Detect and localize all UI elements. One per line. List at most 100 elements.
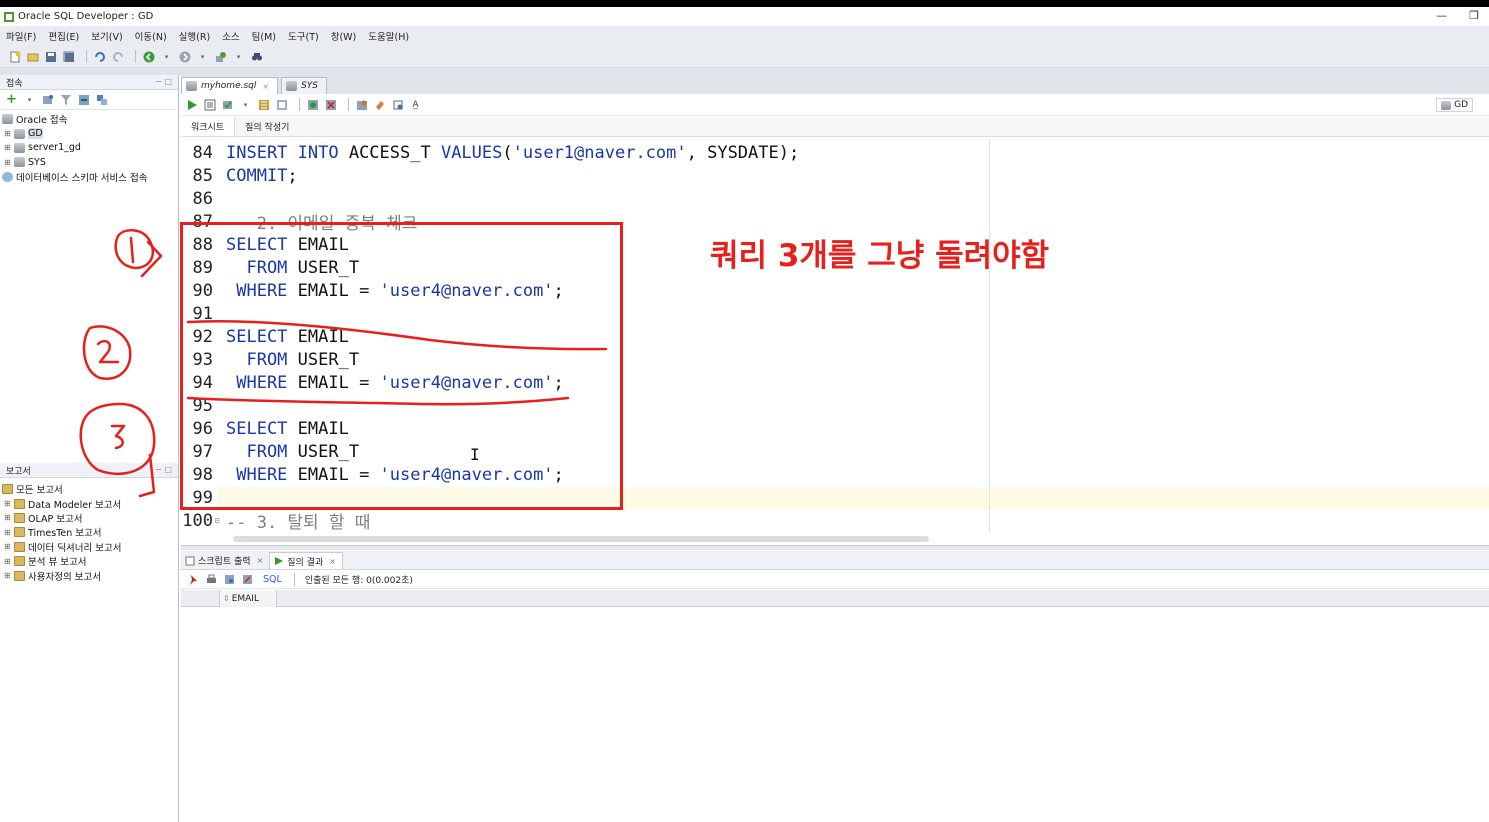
code-line[interactable]: 89 FROM USER_T [181,256,360,279]
save-all-icon[interactable] [62,50,75,63]
rollback-icon[interactable] [324,98,337,111]
commit-dropdown-icon[interactable]: ▾ [239,98,252,111]
filter-icon[interactable] [59,93,72,106]
menu-view[interactable]: 보기(V) [91,29,122,43]
code-line[interactable]: 95 [181,394,226,417]
forward-dropdown-icon[interactable]: ▾ [196,50,209,63]
commit-icon[interactable] [221,98,234,111]
code-line[interactable]: 91 [181,302,226,325]
tree-node-gd[interactable]: ⊞ GD [0,126,178,140]
tree-node-olap-reports[interactable]: ⊞ OLAP 보고서 [0,511,178,525]
expand-icon[interactable]: ⊞ [4,129,12,138]
code-line[interactable]: 97 FROM USER_T [181,440,360,463]
menu-help[interactable]: 도움말(H) [368,29,409,43]
tree-node-server1-gd[interactable]: ⊞ server1_gd [0,141,178,155]
sql-history-icon[interactable] [355,98,368,111]
code-line[interactable]: 93 FROM USER_T [181,348,360,371]
expand-icon[interactable]: ⊞ [4,571,12,580]
code-line[interactable]: 100 ⊟ -- 3. 탈퇴 할 때 [181,509,370,534]
panel-controls-icon[interactable]: − □ [155,77,172,86]
tab-query-result[interactable]: 질의 결과 × [269,552,343,569]
unshared-worksheet-icon[interactable] [391,98,404,111]
connection-selector[interactable]: GD [1436,98,1473,112]
tab-script-output[interactable]: 스크립트 출력 × [181,552,269,569]
horizontal-scrollbar[interactable] [181,533,1489,545]
expand-icon[interactable]: ⊞ [4,158,12,167]
code-line[interactable]: 90 WHERE EMAIL = 'user4@naver.com'; [181,279,564,302]
menu-file[interactable]: 파일(F) [6,29,36,43]
code-line[interactable]: 86 [181,187,226,210]
expand-icon[interactable]: ⊞ [4,557,12,566]
binoculars-icon[interactable] [250,50,263,63]
run-sql-icon[interactable] [214,50,227,63]
run-script-icon[interactable] [203,98,216,111]
save-icon[interactable] [44,50,57,63]
tree-node-timesten-reports[interactable]: ⊞ TimesTen 보고서 [0,525,178,539]
schema-browser-icon[interactable] [77,93,90,106]
result-grid[interactable]: ⇕ EMAIL [181,590,1489,822]
format-icon[interactable]: A̲ [409,98,422,111]
autotrace-icon[interactable] [275,98,288,111]
redo-icon[interactable] [111,50,124,63]
tree-node-all-reports[interactable]: 모든 보고서 [0,482,178,496]
eraser-icon[interactable] [373,98,386,111]
tab-myhome-sql[interactable]: myhome.sql × [181,77,279,94]
explain-plan-icon[interactable] [257,98,270,111]
expand-icon[interactable]: ⊞ [4,528,12,537]
fold-marker-icon[interactable]: ⊟ [213,516,221,525]
export-icon[interactable] [241,573,254,586]
sort-icon[interactable]: ⇕ [223,594,230,603]
add-dropdown-icon[interactable]: ▾ [23,93,36,106]
run-dropdown-icon[interactable]: ▾ [232,50,245,63]
expand-icon[interactable]: ⊞ [4,513,12,522]
add-connection-icon[interactable]: + [5,92,18,107]
expand-icon[interactable]: ⊞ [4,143,12,152]
refresh-icon[interactable] [223,573,236,586]
tree-node-oracle-connections[interactable]: Oracle 접속 [0,112,178,126]
sql-link[interactable]: SQL [263,574,282,585]
tree-node-analytic-view-reports[interactable]: ⊞ 분석 뷰 보고서 [0,554,178,568]
run-statement-icon[interactable] [185,98,198,111]
menu-tools[interactable]: 도구(T) [288,29,319,43]
close-tab-icon[interactable]: × [257,556,264,565]
sql-editor[interactable]: 84 INSERT INTO ACCESS_T VALUES('user1@nav… [181,138,1489,533]
close-tab-icon[interactable]: × [329,557,336,566]
code-line[interactable]: 96 SELECT EMAIL [181,417,349,440]
connection-manager-icon[interactable] [95,93,108,106]
close-tab-icon[interactable]: × [262,82,269,91]
forward-icon[interactable] [178,50,191,63]
pin-icon[interactable] [187,573,200,586]
scrollbar-thumb[interactable] [233,536,929,542]
menu-run[interactable]: 실행(R) [179,29,211,43]
code-line[interactable]: 94 WHERE EMAIL = 'user4@naver.com'; [181,371,564,394]
code-line[interactable]: 88 SELECT EMAIL [181,233,349,256]
print-icon[interactable] [205,573,218,586]
tab-sys[interactable]: SYS [281,77,328,94]
code-line[interactable]: 99 [181,486,226,509]
undo-icon[interactable] [93,50,106,63]
code-line[interactable]: 98 WHERE EMAIL = 'user4@naver.com'; [181,463,564,486]
menu-edit[interactable]: 편집(E) [48,29,79,43]
panel-controls-icon[interactable]: − □ [155,465,172,474]
menu-window[interactable]: 창(W) [331,29,357,43]
new-file-icon[interactable] [8,50,21,63]
menu-team[interactable]: 팀(M) [252,29,276,43]
tree-node-sys[interactable]: ⊞ SYS [0,155,178,169]
tree-node-data-modeler-reports[interactable]: ⊞ Data Modeler 보고서 [0,496,178,511]
tree-node-cloud-schema-service[interactable]: 데이터베이스 스키마 서비스 접속 [0,170,178,184]
code-line[interactable]: 87 -- 2. 이메일 중복 체크 [181,210,418,235]
tab-query-builder[interactable]: 질의 작성기 [235,117,299,136]
tree-node-user-defined-reports[interactable]: ⊞ 사용자정의 보고서 [0,568,178,583]
expand-icon[interactable]: ⊞ [4,542,12,551]
panel-splitter[interactable] [181,545,1489,550]
tree-node-data-dictionary-reports[interactable]: ⊞ 데이터 딕셔너리 보고서 [0,540,178,554]
open-folder-icon[interactable] [26,50,39,63]
sql-tuning-icon[interactable] [306,98,319,111]
code-line[interactable]: 85 COMMIT; [181,164,298,187]
tab-worksheet[interactable]: 워크시트 [181,117,236,136]
menu-source[interactable]: 소스 [222,29,239,43]
refresh-connection-icon[interactable] [41,93,54,106]
code-line[interactable]: 92 SELECT EMAIL [181,325,349,348]
minimize-button[interactable]: — [1436,9,1447,22]
expand-icon[interactable]: ⊞ [4,499,12,508]
